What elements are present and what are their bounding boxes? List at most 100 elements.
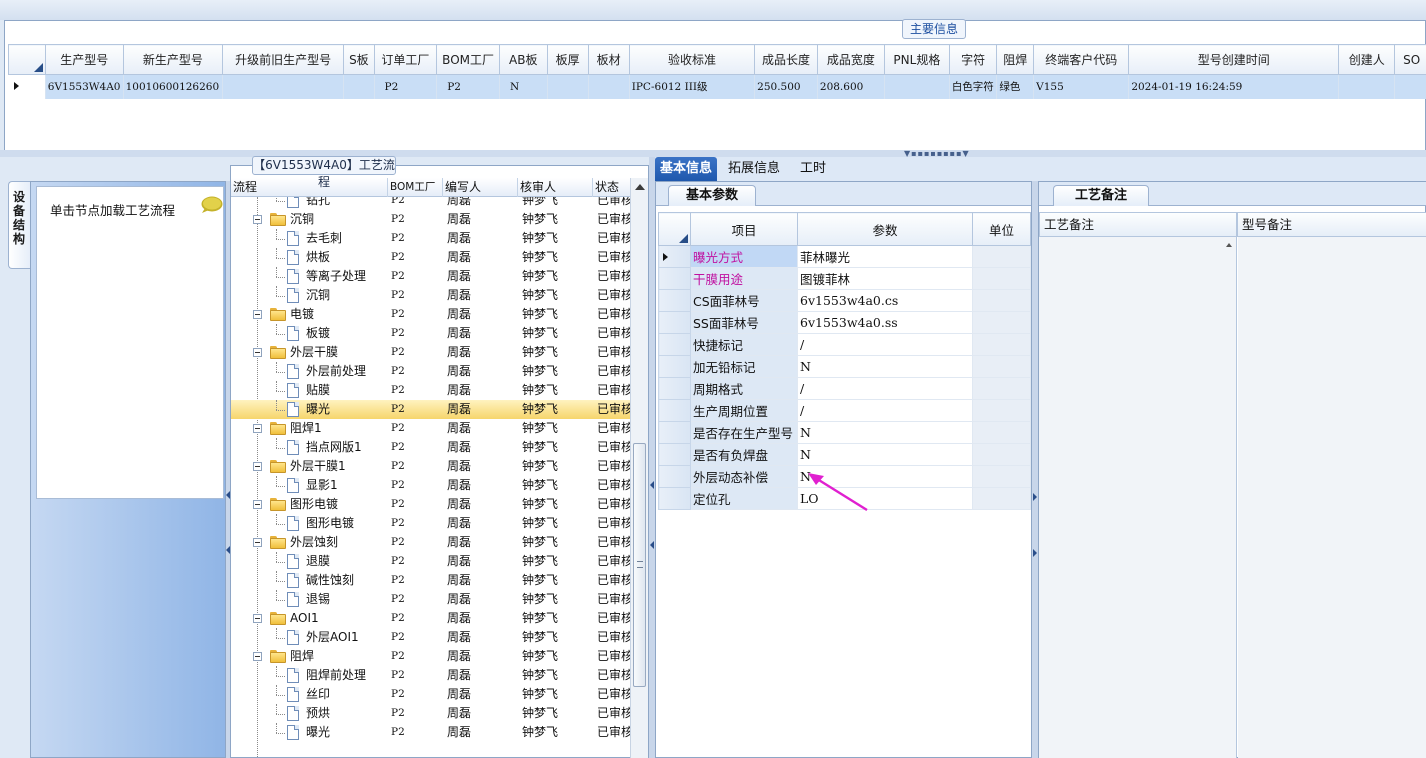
column-header-param[interactable]: 参数 bbox=[797, 212, 973, 246]
collapse-left-icon[interactable] bbox=[650, 541, 654, 549]
tree-row[interactable]: 外层干膜 P2 周磊 钟梦飞 已审核 bbox=[231, 343, 630, 362]
table-cell[interactable]: 208.600 bbox=[817, 74, 885, 99]
tree-row[interactable]: 图形电镀 P2 周磊 钟梦飞 已审核 bbox=[231, 514, 630, 533]
tree-row[interactable]: 退膜 P2 周磊 钟梦飞 已审核 bbox=[231, 552, 630, 571]
table-row[interactable]: 6V1553W4A0 10010600126260 P2 P2 N IPC-6012 II… bbox=[8, 74, 1426, 99]
tree-row[interactable]: 挡点网版1 P2 周磊 钟梦飞 已审核 bbox=[231, 438, 630, 457]
table-cell[interactable]: 250.500 bbox=[754, 74, 818, 99]
column-header[interactable]: AB板 bbox=[498, 44, 548, 75]
row-header[interactable] bbox=[658, 487, 691, 510]
param-value-cell[interactable]: / bbox=[797, 399, 973, 422]
row-header[interactable] bbox=[658, 245, 691, 268]
tree-row[interactable]: 钻孔 P2 周磊 钟梦飞 已审核 bbox=[231, 197, 630, 210]
row-header[interactable] bbox=[658, 377, 691, 400]
table-cell[interactable]: 10010600126260 bbox=[123, 74, 224, 99]
tree-row[interactable]: 显影1 P2 周磊 钟梦飞 已审核 bbox=[231, 476, 630, 495]
column-header[interactable]: 新生产型号 bbox=[122, 44, 224, 75]
table-cell[interactable]: 6V1553W4A0 bbox=[45, 74, 124, 99]
row-header[interactable] bbox=[658, 267, 691, 290]
tree-row[interactable]: 曝光 P2 周磊 钟梦飞 已审核 bbox=[231, 400, 630, 419]
column-header[interactable]: 字符 bbox=[948, 44, 998, 75]
table-row[interactable]: 加无铅标记 N bbox=[658, 355, 1031, 378]
remark-scrollbar[interactable] bbox=[1223, 237, 1237, 758]
tree-row[interactable]: 外层AOI1 P2 周磊 钟梦飞 已审核 bbox=[231, 628, 630, 647]
tree-row[interactable]: 板镀 P2 周磊 钟梦飞 已审核 bbox=[231, 324, 630, 343]
param-value-cell[interactable]: 菲林曝光 bbox=[797, 245, 973, 268]
table-cell[interactable]: 绿色 bbox=[996, 74, 1035, 99]
collapse-icon[interactable] bbox=[253, 462, 262, 471]
column-header[interactable]: 升级前旧生产型号 bbox=[222, 44, 345, 75]
table-cell[interactable]: P2 bbox=[374, 74, 438, 99]
table-row[interactable]: 周期格式 / bbox=[658, 377, 1031, 400]
tree-row[interactable]: 碱性蚀刻 P2 周磊 钟梦飞 已审核 bbox=[231, 571, 630, 590]
table-cell[interactable] bbox=[884, 74, 950, 99]
row-header[interactable] bbox=[658, 399, 691, 422]
tree-row[interactable]: 外层干膜1 P2 周磊 钟梦飞 已审核 bbox=[231, 457, 630, 476]
collapse-icon[interactable] bbox=[253, 538, 262, 547]
row-header[interactable] bbox=[658, 333, 691, 356]
horizontal-splitter[interactable]: ▼▪▪▪▪▪▪▪▪▼ bbox=[0, 150, 1426, 158]
table-row[interactable]: 生产周期位置 / bbox=[658, 399, 1031, 422]
param-value-cell[interactable]: 6v1553w4a0.cs bbox=[797, 289, 973, 312]
column-header[interactable]: 阻焊 bbox=[996, 44, 1035, 75]
tree-row[interactable]: 图形电镀 P2 周磊 钟梦飞 已审核 bbox=[231, 495, 630, 514]
tree-row[interactable]: 等离子处理 P2 周磊 钟梦飞 已审核 bbox=[231, 267, 630, 286]
param-value-cell[interactable]: N bbox=[797, 443, 973, 466]
tree-row[interactable]: 沉铜 P2 周磊 钟梦飞 已审核 bbox=[231, 286, 630, 305]
tree-row[interactable]: 退锡 P2 周磊 钟梦飞 已审核 bbox=[231, 590, 630, 609]
table-row[interactable]: 曝光方式 菲林曝光 bbox=[658, 245, 1031, 268]
tab-process-remarks[interactable]: 工艺备注 bbox=[1053, 185, 1149, 206]
param-value-cell[interactable]: N bbox=[797, 421, 973, 444]
tree-row[interactable]: AOI1 P2 周磊 钟梦飞 已审核 bbox=[231, 609, 630, 628]
table-cell[interactable] bbox=[1394, 74, 1426, 99]
column-header[interactable]: 终端客户代码 bbox=[1033, 44, 1130, 75]
grid-corner[interactable] bbox=[8, 44, 46, 75]
column-header[interactable]: S板 bbox=[343, 44, 375, 75]
table-cell[interactable]: 白色字符 bbox=[949, 74, 998, 99]
process-remark-textarea[interactable] bbox=[1039, 237, 1237, 758]
tree-row[interactable]: 阻焊1 P2 周磊 钟梦飞 已审核 bbox=[231, 419, 630, 438]
column-header[interactable]: BOM工厂 bbox=[436, 44, 500, 75]
table-row[interactable]: 是否有负焊盘 N bbox=[658, 443, 1031, 466]
table-cell[interactable] bbox=[588, 74, 630, 99]
tree-row[interactable]: 曝光 P2 周磊 钟梦飞 已审核 bbox=[231, 723, 630, 742]
collapse-left-icon[interactable] bbox=[650, 481, 654, 489]
row-indicator[interactable] bbox=[8, 74, 46, 99]
tree-row[interactable]: 阻焊 P2 周磊 钟梦飞 已审核 bbox=[231, 647, 630, 666]
tab-basic-info[interactable]: 基本信息 bbox=[655, 157, 717, 181]
table-cell[interactable] bbox=[343, 74, 375, 99]
tree-row[interactable]: 外层前处理 P2 周磊 钟梦飞 已审核 bbox=[231, 362, 630, 381]
tab-extended-info[interactable]: 拓展信息 bbox=[723, 157, 785, 181]
column-header[interactable]: 板厚 bbox=[546, 44, 589, 75]
column-header-bom[interactable]: BOM工厂 bbox=[388, 178, 443, 197]
tab-basic-params[interactable]: 基本参数 bbox=[668, 185, 756, 206]
collapse-icon[interactable] bbox=[253, 348, 262, 357]
column-header-flow[interactable]: 流程 bbox=[231, 178, 388, 197]
collapse-icon[interactable] bbox=[253, 500, 262, 509]
table-cell[interactable]: IPC-6012 III级 bbox=[629, 74, 756, 99]
table-cell[interactable]: P2 bbox=[436, 74, 500, 99]
column-header[interactable]: PNL规格 bbox=[883, 44, 950, 75]
tree-scrollbar[interactable] bbox=[630, 178, 648, 758]
collapse-right-icon[interactable] bbox=[1033, 549, 1037, 557]
equipment-tree[interactable]: 单击节点加载工艺流程 bbox=[36, 186, 224, 499]
column-header[interactable]: SO bbox=[1394, 44, 1426, 75]
collapse-icon[interactable] bbox=[253, 614, 262, 623]
column-header-author[interactable]: 编写人 bbox=[443, 178, 518, 197]
collapse-icon[interactable] bbox=[253, 310, 262, 319]
table-cell[interactable] bbox=[547, 74, 589, 99]
tree-row[interactable]: 预烘 P2 周磊 钟梦飞 已审核 bbox=[231, 704, 630, 723]
grid-corner[interactable] bbox=[658, 212, 691, 246]
table-cell[interactable] bbox=[1338, 74, 1396, 99]
scroll-up-icon[interactable] bbox=[635, 184, 645, 190]
row-header[interactable] bbox=[658, 443, 691, 466]
column-header[interactable]: 型号创建时间 bbox=[1128, 44, 1340, 75]
process-tree[interactable]: 钻孔钻孔P2周磊钟梦飞已审核沉铜P2周磊钟梦飞已审核去毛刺P2周磊钟梦飞已审核烘… bbox=[231, 197, 630, 758]
collapse-icon[interactable] bbox=[253, 424, 262, 433]
table-cell[interactable]: V155 bbox=[1033, 74, 1130, 99]
table-cell[interactable] bbox=[222, 74, 345, 99]
tree-row[interactable]: 沉铜 P2 周磊 钟梦飞 已审核 bbox=[231, 210, 630, 229]
column-header[interactable]: 成品宽度 bbox=[816, 44, 885, 75]
column-header[interactable]: 成品长度 bbox=[754, 44, 818, 75]
column-header[interactable]: 板材 bbox=[587, 44, 630, 75]
